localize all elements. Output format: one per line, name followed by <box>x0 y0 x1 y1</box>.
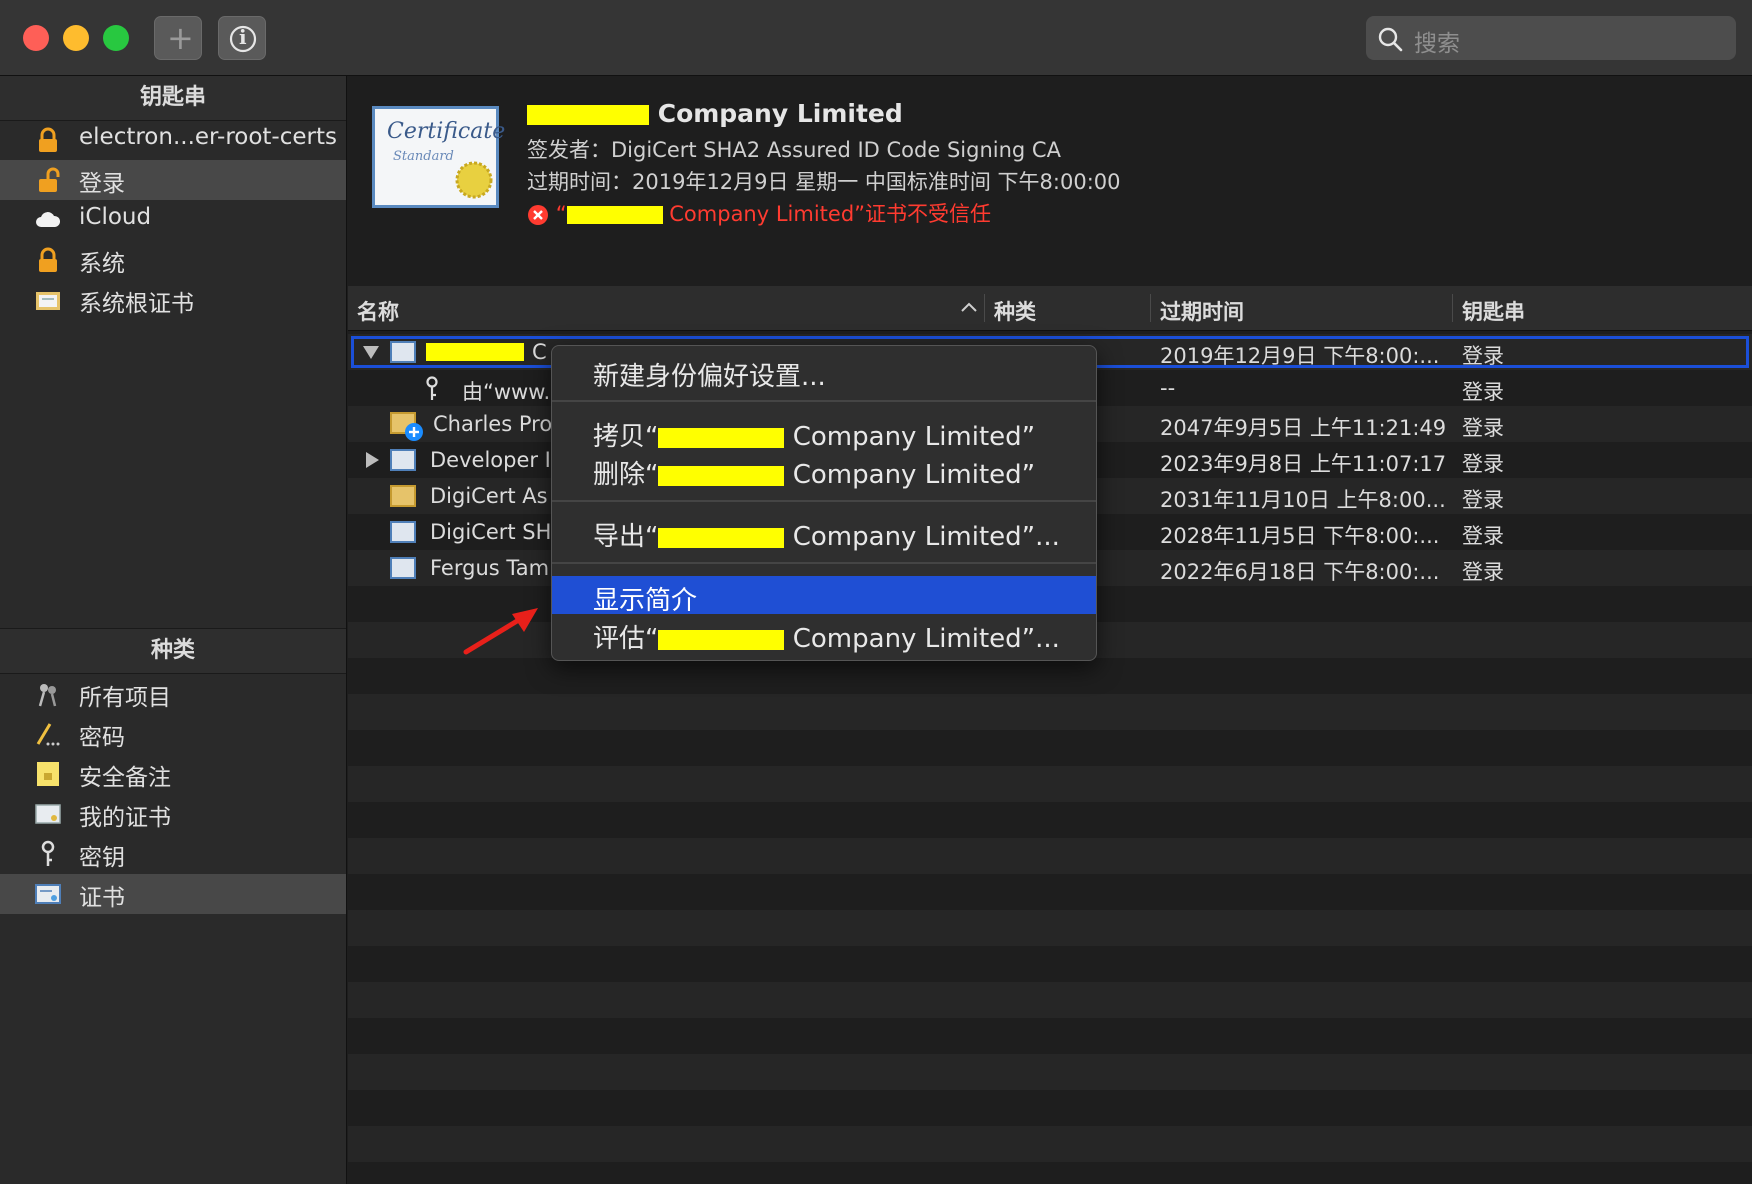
empty-row <box>348 910 1752 946</box>
menu-item-export[interactable]: 导出“ Company Limited”... <box>552 512 1096 552</box>
certificate-icon <box>390 521 416 543</box>
empty-row <box>348 802 1752 838</box>
toolbar: + i 搜索 <box>0 0 1752 76</box>
menu-separator <box>552 562 1096 564</box>
empty-row <box>348 1090 1752 1126</box>
plus-badge-icon <box>405 423 423 441</box>
column-header-kind[interactable]: 种类 <box>994 296 1036 326</box>
sidebar-item-label: 登录 <box>79 171 125 197</box>
sidebar-item-label: 我的证书 <box>79 805 171 831</box>
sidebar-item-login[interactable]: 登录 <box>0 160 346 200</box>
empty-row <box>348 982 1752 1018</box>
sidebar-item-certificates[interactable]: 证书 <box>0 874 346 914</box>
empty-row <box>348 766 1752 802</box>
category-header: 种类 <box>0 628 346 674</box>
sidebar-item-label: 系统根证书 <box>79 291 194 317</box>
empty-row <box>348 1054 1752 1090</box>
redaction-mark <box>527 105 649 125</box>
certificate-title: Company Limited <box>527 99 903 128</box>
sidebar-item-label: 所有项目 <box>79 685 171 711</box>
sidebar: 钥匙串 electron...er-root-certs 登录 iCloud 系… <box>0 76 347 1184</box>
certificate-authority-icon <box>390 485 416 507</box>
redaction-mark <box>658 527 785 548</box>
context-menu: 新建身份偏好设置... 拷贝“ Company Limited” 删除“ Com… <box>551 345 1097 661</box>
sidebar-item-label: iCloud <box>79 204 152 230</box>
menu-item-new-identity-preference[interactable]: 新建身份偏好设置... <box>552 352 1096 392</box>
key-icon <box>426 376 438 400</box>
certificate-icon <box>390 449 416 471</box>
certificate-icon <box>390 557 416 579</box>
column-header-name[interactable]: 名称 <box>357 296 399 326</box>
empty-row <box>348 1126 1752 1162</box>
redaction-mark <box>658 629 785 650</box>
sidebar-item-system[interactable]: 系统 <box>0 240 346 280</box>
empty-row <box>348 838 1752 874</box>
certificate-icon <box>35 884 61 904</box>
minimize-window-button[interactable] <box>63 25 89 51</box>
keychains-header: 钥匙串 <box>0 76 346 121</box>
zoom-window-button[interactable] <box>103 25 129 51</box>
sidebar-item-label: 安全备注 <box>79 765 171 791</box>
empty-row <box>348 730 1752 766</box>
sidebar-item-my-certificates[interactable]: 我的证书 <box>0 794 346 834</box>
add-button[interactable]: + <box>154 16 202 60</box>
menu-item-delete[interactable]: 删除“ Company Limited” <box>552 450 1096 490</box>
empty-row <box>348 1018 1752 1054</box>
empty-row <box>348 658 1752 694</box>
sidebar-item-icloud[interactable]: iCloud <box>0 200 346 240</box>
secure-note-icon <box>37 762 59 786</box>
sidebar-item-all-items[interactable]: 所有项目 <box>0 674 346 714</box>
sidebar-item-electron-root-certs[interactable]: electron...er-root-certs <box>0 120 346 160</box>
menu-separator <box>552 400 1096 402</box>
error-icon <box>528 205 548 225</box>
sidebar-item-label: 密码 <box>79 725 125 751</box>
menu-item-evaluate[interactable]: 评估“ Company Limited”... <box>552 614 1096 654</box>
sidebar-item-passwords[interactable]: 密码 <box>0 714 346 754</box>
certificate-expiry: 过期时间：2019年12月9日 星期一 中国标准时间 下午8:00:00 <box>527 170 1121 194</box>
certificate-image: Certificate Standard <box>372 106 505 208</box>
sidebar-item-secure-notes[interactable]: 安全备注 <box>0 754 346 794</box>
empty-row <box>348 874 1752 910</box>
all-items-icon <box>38 684 57 707</box>
redaction-mark <box>658 465 785 486</box>
unlock-icon <box>39 167 60 192</box>
annotation-arrow <box>463 608 538 655</box>
lock-icon <box>39 127 57 152</box>
sidebar-item-label: electron...er-root-certs <box>79 124 337 150</box>
empty-row <box>348 946 1752 982</box>
sidebar-item-label: 密钥 <box>79 845 125 871</box>
certificate-folder-icon <box>36 292 60 310</box>
search-icon <box>1378 27 1403 52</box>
info-button[interactable]: i <box>218 16 266 60</box>
empty-row <box>348 1162 1752 1184</box>
sidebar-item-keys[interactable]: 密钥 <box>0 834 346 874</box>
close-window-button[interactable] <box>23 25 49 51</box>
column-header-keychain[interactable]: 钥匙串 <box>1462 296 1525 326</box>
menu-item-get-info[interactable]: 显示简介 <box>552 576 1096 616</box>
menu-item-copy[interactable]: 拷贝“ Company Limited” <box>552 412 1096 452</box>
cloud-icon <box>36 212 61 227</box>
empty-row <box>348 694 1752 730</box>
menu-separator <box>552 500 1096 502</box>
plus-icon: + <box>167 19 194 57</box>
search-field[interactable]: 搜索 <box>1366 16 1736 60</box>
column-header-expires[interactable]: 过期时间 <box>1160 296 1244 326</box>
key-icon <box>41 840 55 866</box>
redaction-mark <box>566 206 663 224</box>
trust-warning: “ Company Limited”证书不受信任 <box>527 198 991 228</box>
sidebar-item-system-roots[interactable]: 系统根证书 <box>0 280 346 320</box>
sort-ascending-icon[interactable] <box>960 300 978 314</box>
disclosure-collapsed-icon[interactable] <box>364 451 380 469</box>
sidebar-item-label: 系统 <box>79 251 125 277</box>
search-input[interactable]: 搜索 <box>1414 24 1460 58</box>
password-icon <box>36 723 60 746</box>
table-header: 名称 种类 过期时间 钥匙串 <box>348 286 1752 331</box>
certificate-issuer: 签发者：DigiCert SHA2 Assured ID Code Signin… <box>527 138 1061 162</box>
lock-icon <box>39 247 57 272</box>
redaction-mark <box>658 427 785 448</box>
sidebar-item-label: 证书 <box>79 885 125 911</box>
seal-icon <box>455 161 493 199</box>
my-certificate-icon <box>35 804 61 824</box>
